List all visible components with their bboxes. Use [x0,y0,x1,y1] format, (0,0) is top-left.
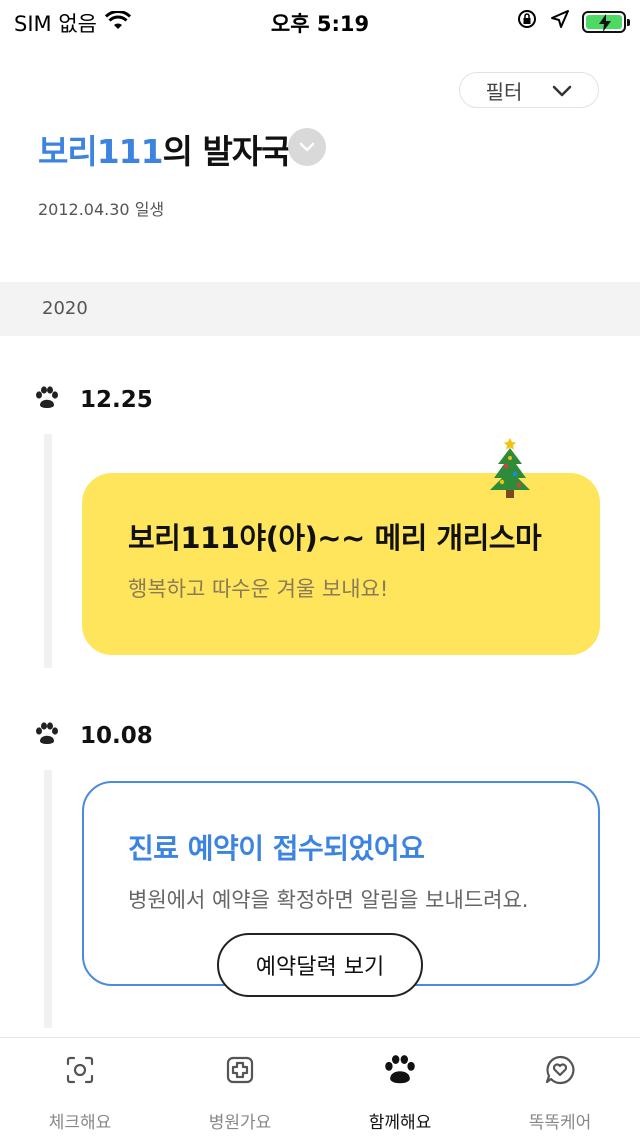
nav-label: 똑똑케어 [528,1113,592,1133]
pet-selector-button[interactable] [288,128,326,166]
nav-item-hospital[interactable]: 병원가요 [160,1038,320,1136]
filter-label: 필터 [485,79,523,104]
entry-date: 12.25 [80,387,153,413]
nav-item-together[interactable]: 함께해요 [320,1038,480,1136]
timeline-date-row: 12.25 [34,386,153,414]
chevron-down-icon [552,78,572,102]
paw-icon [382,1052,418,1088]
year-label: 2020 [42,298,88,319]
nav-item-check[interactable]: 체크해요 [0,1038,160,1136]
paw-icon [34,386,60,414]
entry-date: 10.08 [80,723,153,749]
title-suffix: 의 발자국 [162,132,292,171]
year-section-header: 2020 [0,282,640,336]
card-title: 진료 예약이 접수되었어요 [128,832,425,865]
rotation-lock-icon [516,8,538,35]
location-icon [550,9,570,34]
filter-button[interactable]: 필터 [459,72,599,108]
timeline-line [44,770,52,1028]
page-title: 보리111 의 발자국 [38,125,292,173]
nav-label: 함께해요 [368,1113,432,1133]
timeline-line [44,434,52,668]
heart-chat-icon [542,1052,578,1088]
christmas-tree-icon [482,432,538,504]
pet-name: 보리111 [38,132,164,171]
camera-scan-icon [62,1052,98,1088]
card-subtitle: 병원에서 예약을 확정하면 알림을 보내드려요. [128,888,529,912]
paw-icon [34,722,60,750]
view-reservation-calendar-button[interactable]: 예약달력 보기 [217,933,423,997]
chevron-down-icon [298,138,316,157]
status-bar: SIM 없음 오후 5:19 [0,0,640,40]
timeline-date-row: 10.08 [34,722,153,750]
card-title: 보리111야(아)~~ 메리 개리스마 [128,521,542,555]
nav-label: 체크해요 [48,1113,112,1133]
card-subtitle: 행복하고 따수운 겨울 보내요! [128,577,389,601]
bottom-nav: 체크해요 병원가요 함께해요 똑똑케어 [0,1037,640,1136]
nav-item-smart-care[interactable]: 똑똑케어 [480,1038,640,1136]
battery-icon [582,10,630,33]
nav-label: 병원가요 [208,1113,272,1133]
hospital-cross-icon [222,1052,258,1088]
birth-date: 2012.04.30 일생 [38,200,165,219]
